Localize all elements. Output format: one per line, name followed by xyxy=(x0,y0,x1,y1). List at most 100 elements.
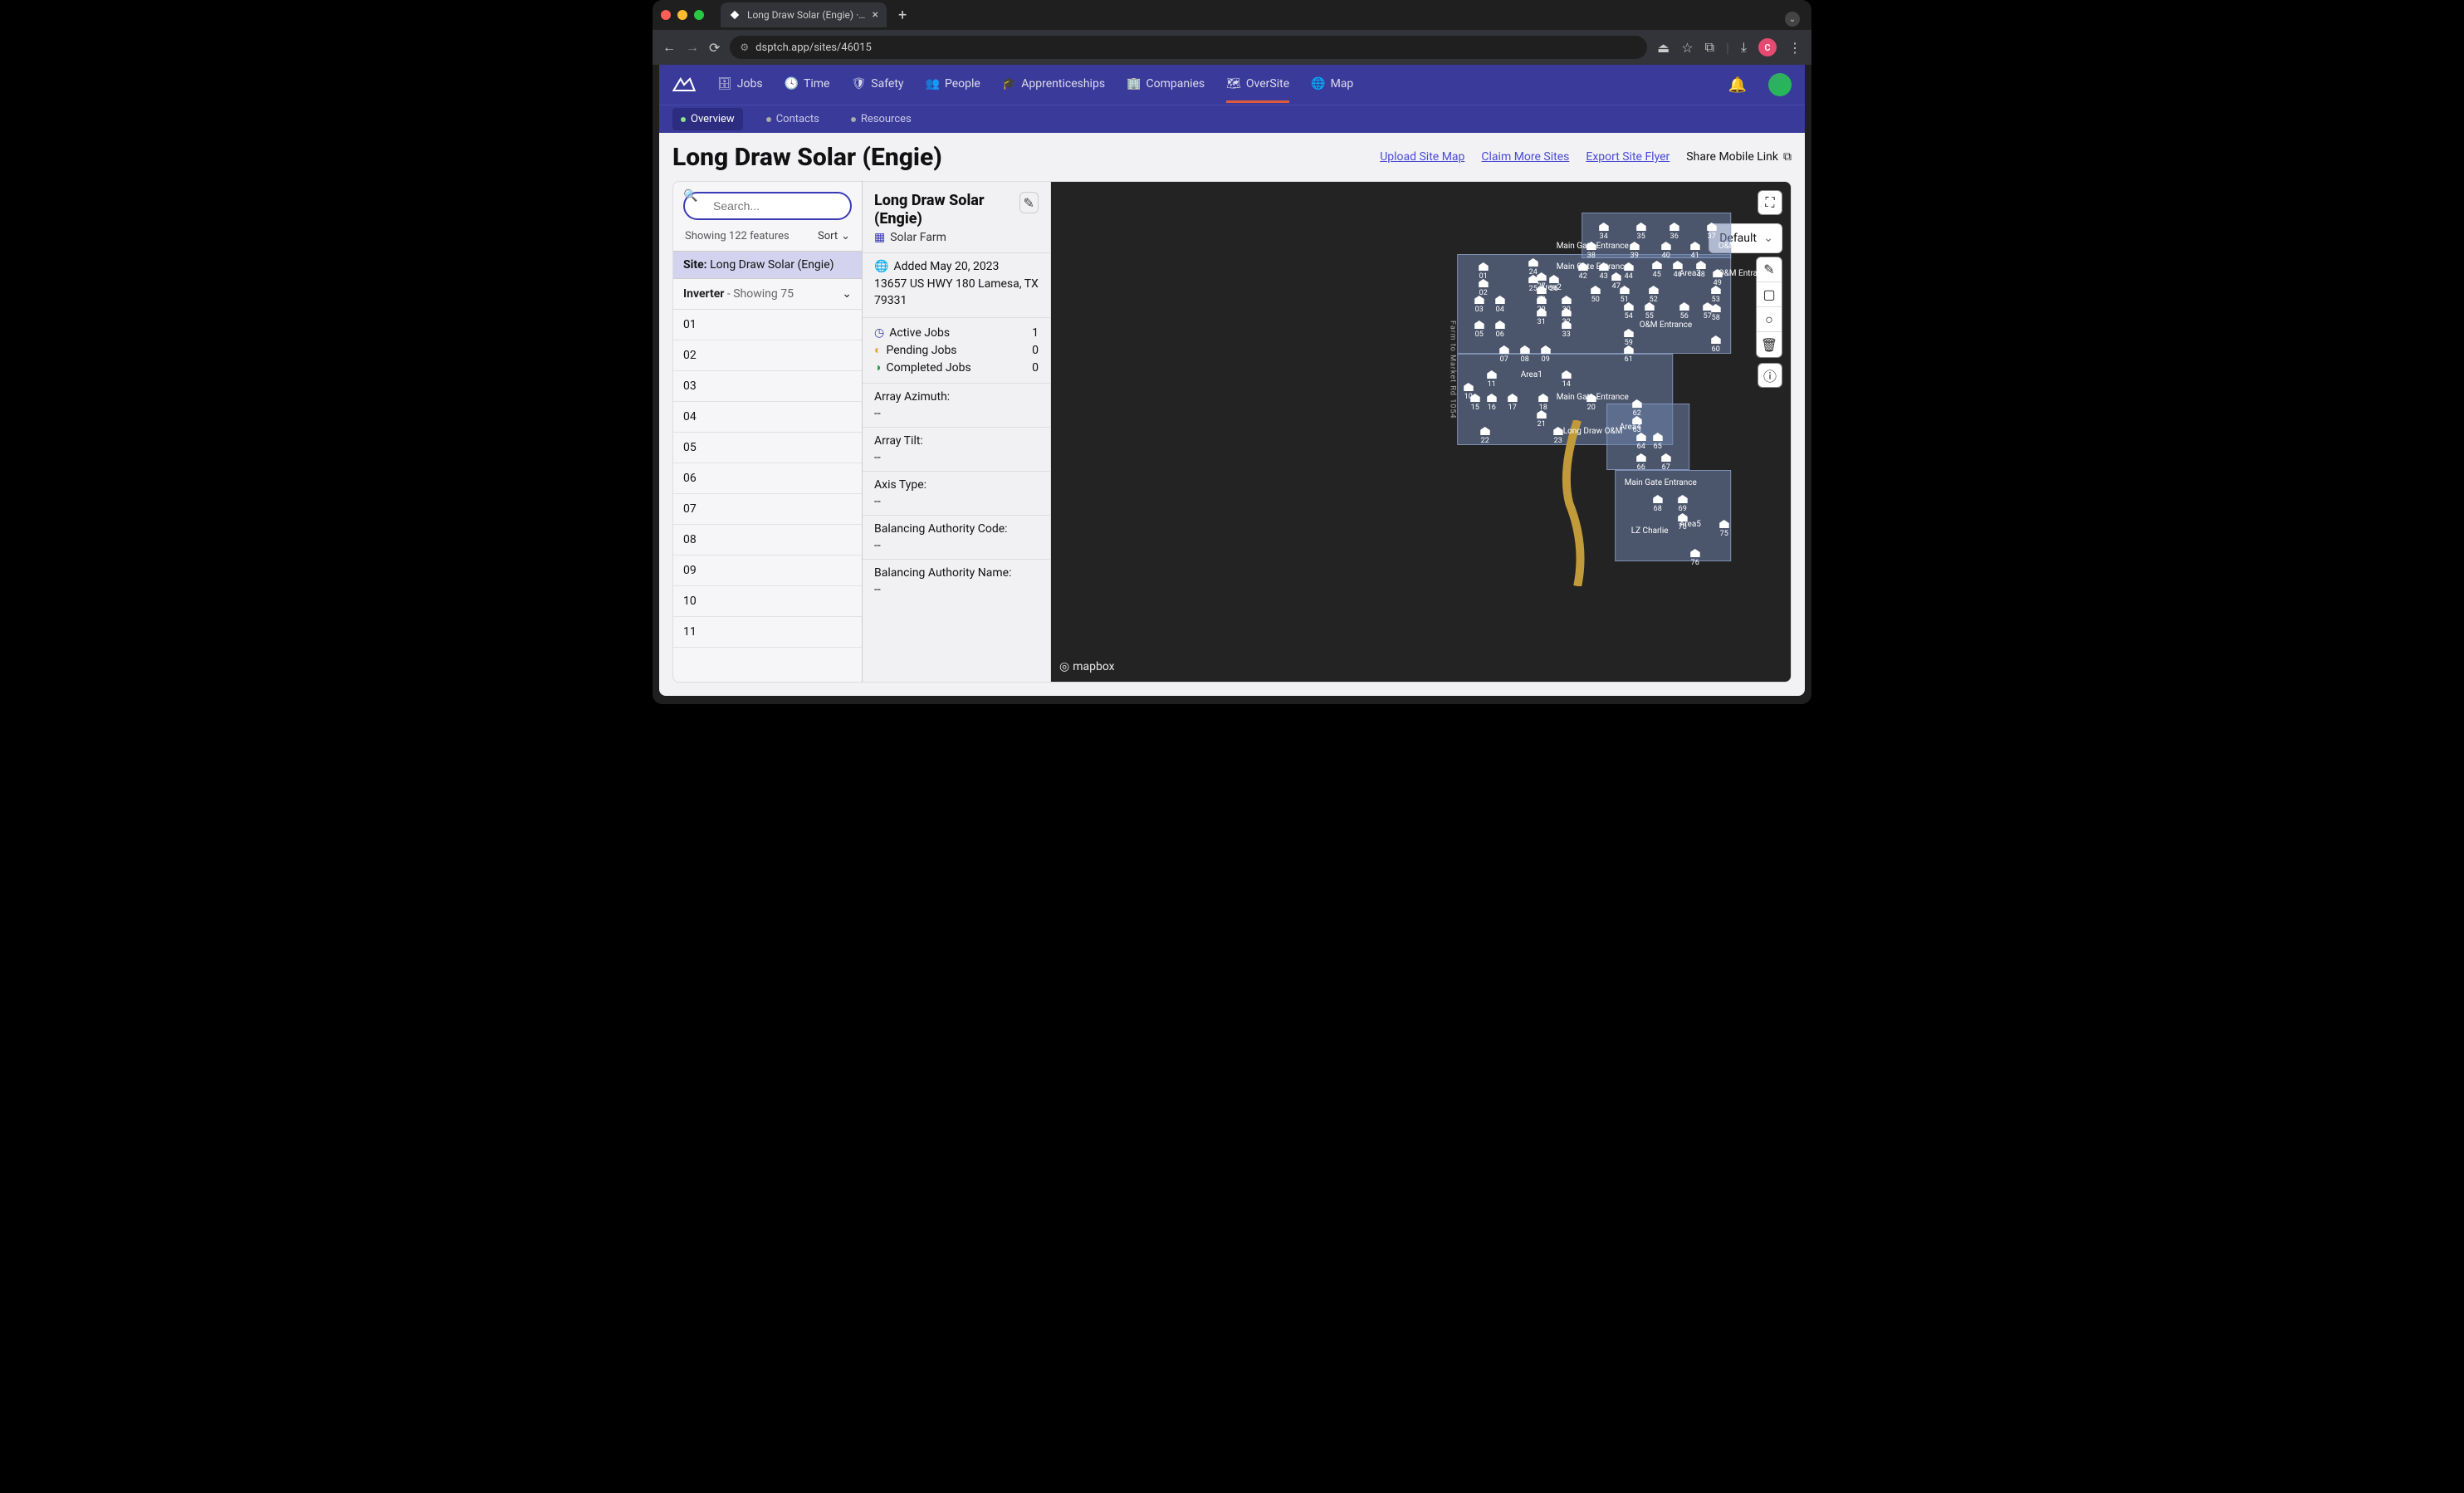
draw-point-tool[interactable]: ○ xyxy=(1757,307,1782,332)
list-item[interactable]: 07 xyxy=(673,494,862,525)
list-item[interactable]: 05 xyxy=(673,433,862,463)
map-unit-marker[interactable]: 62 xyxy=(1627,399,1647,418)
map-unit-marker[interactable]: 50 xyxy=(1586,286,1606,304)
list-item[interactable]: 08 xyxy=(673,525,862,556)
map-unit-marker[interactable]: 08 xyxy=(1515,345,1535,364)
map-unit-marker[interactable]: 09 xyxy=(1536,345,1556,364)
map-unit-marker[interactable]: 33 xyxy=(1557,321,1577,339)
browser-menu-icon[interactable]: ⋮ xyxy=(1788,40,1802,56)
downloads-icon[interactable]: ⤓ xyxy=(1741,39,1747,56)
map-unit-marker[interactable]: 04 xyxy=(1490,296,1510,314)
map-unit-marker[interactable]: 02 xyxy=(1474,279,1494,297)
map-unit-marker[interactable]: 14 xyxy=(1557,370,1577,389)
list-item[interactable]: 02 xyxy=(673,340,862,371)
nav-oversite[interactable]: 🗺OverSite xyxy=(1226,67,1289,103)
profile-avatar[interactable]: C xyxy=(1758,38,1777,56)
map-unit-marker[interactable]: 67 xyxy=(1656,453,1676,472)
browser-tab[interactable]: Long Draw Solar (Engie) · Ove… × xyxy=(721,2,887,27)
map-unit-marker[interactable]: 07 xyxy=(1494,345,1514,364)
edit-button[interactable]: ✎ xyxy=(1019,192,1039,213)
subnav-contacts[interactable]: Contacts xyxy=(758,108,828,130)
list-item[interactable]: 06 xyxy=(673,463,862,494)
map-unit-marker[interactable]: 16 xyxy=(1482,394,1502,412)
map-unit-marker[interactable]: 18 xyxy=(1533,394,1553,412)
map-unit-marker[interactable]: 75 xyxy=(1714,520,1734,538)
link-upload-site-map[interactable]: Upload Site Map xyxy=(1380,150,1464,164)
map-unit-marker[interactable]: 40 xyxy=(1656,242,1676,260)
notifications-bell-icon[interactable]: 🔔 xyxy=(1728,76,1747,94)
map-unit-marker[interactable]: 55 xyxy=(1640,302,1660,321)
map-unit-marker[interactable]: 31 xyxy=(1532,308,1552,326)
map-unit-marker[interactable]: 54 xyxy=(1619,302,1639,321)
map-unit-marker[interactable]: 60 xyxy=(1706,335,1726,354)
fullscreen-button[interactable]: ⛶ xyxy=(1758,190,1782,215)
map-unit-marker[interactable]: 41 xyxy=(1685,242,1705,260)
map-unit-marker[interactable]: 59 xyxy=(1619,329,1639,347)
map-info-button[interactable]: ⓘ xyxy=(1758,363,1782,388)
map-unit-marker[interactable]: 01 xyxy=(1474,262,1494,281)
map-unit-marker[interactable]: 68 xyxy=(1648,495,1668,513)
subnav-resources[interactable]: Resources xyxy=(843,108,920,130)
list-item[interactable]: 09 xyxy=(673,556,862,586)
map-unit-marker[interactable]: 21 xyxy=(1532,410,1552,428)
map-unit-marker[interactable]: 34 xyxy=(1594,223,1614,241)
map-unit-marker[interactable]: 66 xyxy=(1631,453,1651,472)
window-menu-caret[interactable]: ⌄ xyxy=(1785,12,1800,27)
map-unit-marker[interactable]: 17 xyxy=(1503,394,1523,412)
map-unit-marker[interactable]: 53 xyxy=(1706,286,1726,304)
nav-apprenticeships[interactable]: 🎓Apprenticeships xyxy=(1002,67,1105,103)
window-minimize-icon[interactable] xyxy=(677,10,687,20)
user-avatar[interactable] xyxy=(1768,73,1792,96)
link-claim-more-sites[interactable]: Claim More Sites xyxy=(1481,150,1569,164)
map-unit-marker[interactable]: 06 xyxy=(1490,321,1510,339)
nav-people[interactable]: 👥People xyxy=(926,67,980,103)
nav-forward-button[interactable]: → xyxy=(686,39,699,56)
mapbox-attribution[interactable]: ◎ mapbox xyxy=(1059,660,1115,673)
map-unit-marker[interactable]: 65 xyxy=(1648,433,1668,451)
map-unit-marker[interactable]: 03 xyxy=(1469,296,1489,314)
inverter-section-header[interactable]: Inverter - Showing 75 ⌄ xyxy=(673,279,862,310)
new-tab-button[interactable]: + xyxy=(893,7,912,24)
nav-time[interactable]: 🕓Time xyxy=(785,67,830,103)
map-unit-marker[interactable]: 52 xyxy=(1644,286,1664,304)
nav-safety[interactable]: 🛡Safety xyxy=(851,67,903,103)
delete-tool[interactable]: 🗑 xyxy=(1757,332,1782,357)
map-unit-marker[interactable]: 58 xyxy=(1706,304,1726,322)
search-input[interactable] xyxy=(683,192,852,220)
map-unit-marker[interactable]: 37 xyxy=(1702,223,1722,241)
sort-button[interactable]: Sort⌄ xyxy=(818,230,850,242)
list-item[interactable]: 01 xyxy=(673,310,862,340)
list-item[interactable]: 10 xyxy=(673,586,862,617)
nav-reload-button[interactable]: ⟳ xyxy=(709,40,720,56)
tab-close-icon[interactable]: × xyxy=(873,8,878,22)
list-item[interactable]: 03 xyxy=(673,371,862,402)
nav-companies[interactable]: 🏢Companies xyxy=(1127,67,1205,103)
window-close-icon[interactable] xyxy=(661,10,671,20)
map-unit-marker[interactable]: 36 xyxy=(1665,223,1684,241)
extensions-icon[interactable]: ⧉ xyxy=(1705,39,1714,56)
app-logo-icon[interactable] xyxy=(672,76,696,94)
draw-polygon-tool[interactable]: ▢ xyxy=(1757,282,1782,307)
nav-back-button[interactable]: ← xyxy=(662,39,676,56)
map-unit-marker[interactable]: 11 xyxy=(1482,370,1502,389)
map-unit-marker[interactable]: 56 xyxy=(1674,302,1694,321)
map-unit-marker[interactable]: 76 xyxy=(1685,549,1705,567)
share-mobile-link-button[interactable]: Share Mobile Link ⧉ xyxy=(1686,150,1792,164)
map-unit-marker[interactable]: 35 xyxy=(1631,223,1651,241)
nav-jobs[interactable]: 🗄Jobs xyxy=(717,67,763,103)
bookmark-star-icon[interactable]: ☆ xyxy=(1681,40,1693,56)
site-info-icon[interactable]: ⚙ xyxy=(740,42,749,53)
map-unit-marker[interactable]: 45 xyxy=(1647,261,1667,279)
map-unit-marker[interactable]: 69 xyxy=(1673,495,1693,513)
map-unit-marker[interactable]: 51 xyxy=(1615,286,1635,304)
map-panel[interactable]: ⛶ Default⌄ ✎ ▢ ○ 🗑 ⓘ xyxy=(1051,181,1792,683)
map-unit-marker[interactable]: 22 xyxy=(1475,427,1495,445)
install-app-icon[interactable]: ⏏ xyxy=(1657,40,1670,56)
map-unit-marker[interactable]: 05 xyxy=(1469,321,1489,339)
nav-map[interactable]: 🌐Map xyxy=(1311,67,1353,103)
list-item[interactable]: 11 xyxy=(673,617,862,648)
window-maximize-icon[interactable] xyxy=(694,10,704,20)
list-item[interactable]: 04 xyxy=(673,402,862,433)
link-export-site-flyer[interactable]: Export Site Flyer xyxy=(1586,150,1670,164)
site-selected-row[interactable]: Site: Long Draw Solar (Engie) xyxy=(673,251,862,279)
